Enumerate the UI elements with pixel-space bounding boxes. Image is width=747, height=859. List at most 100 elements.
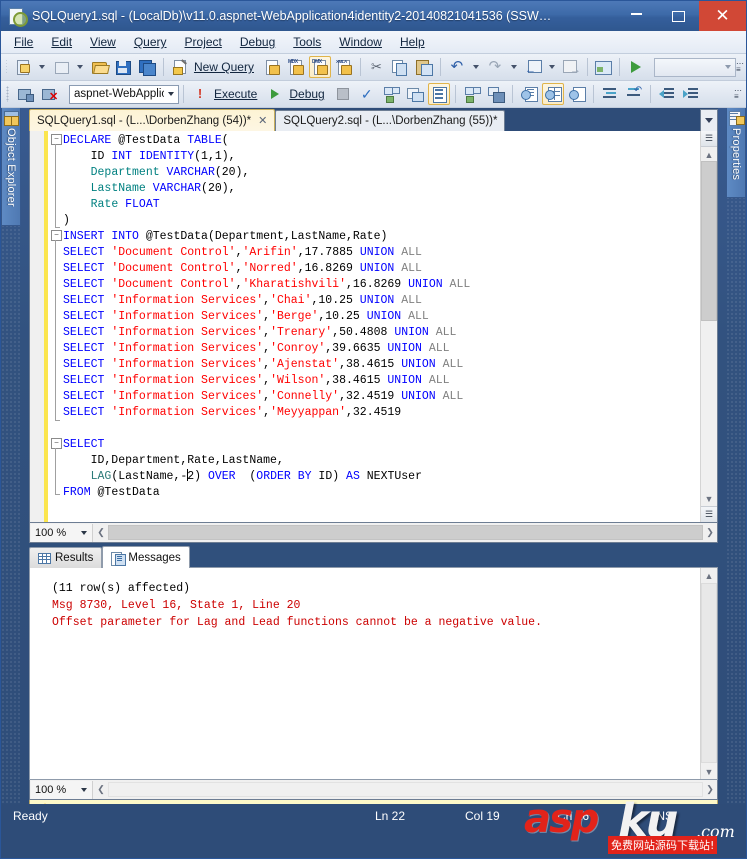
- uncomment-lines-icon[interactable]: ↶: [623, 83, 645, 105]
- decrease-indent-icon[interactable]: [656, 83, 678, 105]
- new-query-label[interactable]: New Query: [192, 60, 260, 74]
- check-mark-icon[interactable]: ✓: [356, 83, 378, 105]
- find-combo[interactable]: [653, 57, 736, 77]
- client-statistics-icon[interactable]: [461, 83, 483, 105]
- copy-icon[interactable]: [389, 56, 411, 78]
- split-view-handle[interactable]: ☰: [701, 131, 717, 147]
- fold-toggle-select[interactable]: −: [51, 438, 62, 449]
- redo-arrow-icon[interactable]: ↷: [484, 56, 506, 78]
- scissors-icon[interactable]: ✂: [365, 56, 387, 78]
- toolbar-grip[interactable]: [6, 59, 8, 75]
- menu-item-file[interactable]: File: [5, 32, 42, 52]
- disconnect-db-icon[interactable]: ✕: [38, 83, 60, 105]
- scroll-down-arrow-icon[interactable]: ▼: [701, 491, 717, 506]
- fold-toggle-insert[interactable]: −: [51, 230, 62, 241]
- save-all-icon[interactable]: [136, 56, 158, 78]
- db-query-icon[interactable]: [261, 56, 283, 78]
- menu-item-help[interactable]: Help: [391, 32, 434, 52]
- tab-list-chevron-down-icon[interactable]: [700, 109, 718, 131]
- results-to-file-icon[interactable]: [566, 83, 588, 105]
- diagram-pane-icon[interactable]: [592, 56, 614, 78]
- menu-item-view[interactable]: View: [81, 32, 125, 52]
- editor-zoom-combo[interactable]: 100 %: [31, 523, 93, 542]
- split-view-handle-bottom[interactable]: ☰: [701, 506, 717, 522]
- undo-arrow-icon[interactable]: ↶: [446, 56, 468, 78]
- menu-item-edit[interactable]: Edit: [42, 32, 81, 52]
- increase-indent-icon[interactable]: [680, 83, 702, 105]
- scroll-left-arrow-icon[interactable]: ❮: [94, 527, 108, 538]
- navigate-forward-icon[interactable]: →: [560, 56, 582, 78]
- connect-db-icon[interactable]: [14, 83, 36, 105]
- save-disk-icon[interactable]: [112, 56, 134, 78]
- database-combo-chevron-down-icon[interactable]: [164, 92, 178, 96]
- code-text[interactable]: DECLARE @TestData TABLE( ID INT IDENTITY…: [63, 131, 700, 522]
- dmx-query-icon[interactable]: DMX: [308, 56, 331, 78]
- close-button[interactable]: ✕: [699, 1, 746, 31]
- play-triangle-icon[interactable]: [625, 56, 647, 78]
- properties-tab[interactable]: Properties: [726, 108, 746, 198]
- maximize-button[interactable]: [657, 1, 699, 31]
- find-combo-chevron-down-icon[interactable]: [721, 65, 735, 69]
- fold-toggle-declare[interactable]: −: [51, 134, 62, 145]
- messages-scroll-thumb[interactable]: [701, 583, 717, 763]
- scroll-right-arrow-icon[interactable]: ❯: [703, 527, 717, 538]
- menu-item-project[interactable]: Project: [176, 32, 231, 52]
- debug-play-icon[interactable]: [264, 83, 286, 105]
- actual-plan-icon[interactable]: [427, 83, 450, 105]
- messages-scroll-down-arrow-icon[interactable]: ▼: [701, 764, 717, 779]
- red-exclamation-icon[interactable]: !: [189, 83, 211, 105]
- debug-button[interactable]: Debug: [287, 87, 330, 101]
- menu-item-window[interactable]: Window: [330, 32, 391, 52]
- xmla-query-icon[interactable]: XMLA: [333, 56, 355, 78]
- messages-scroll-up-arrow-icon[interactable]: ▲: [701, 568, 717, 583]
- execute-button[interactable]: Execute: [212, 87, 263, 101]
- menu-item-debug[interactable]: Debug: [231, 32, 284, 52]
- chevron-down-icon[interactable]: [39, 65, 46, 69]
- results-zoom-chevron-down-icon[interactable]: [81, 787, 87, 792]
- stop-square-icon[interactable]: [332, 83, 354, 105]
- messages-vertical-scrollbar[interactable]: ▲ ▼: [700, 568, 717, 779]
- results-horizontal-scroll-thumb[interactable]: [108, 782, 703, 797]
- horizontal-scroll-thumb[interactable]: [108, 525, 703, 540]
- results-scroll-left-arrow-icon[interactable]: ❮: [94, 784, 108, 795]
- open-folder-icon[interactable]: [88, 56, 111, 78]
- menu-item-query[interactable]: Query: [125, 32, 176, 52]
- results-zoom-combo[interactable]: 100 %: [31, 780, 93, 799]
- object-explorer-tab[interactable]: Object Explorer: [1, 108, 21, 226]
- redo-dropdown-icon[interactable]: [510, 65, 517, 69]
- live-stats-icon[interactable]: [485, 83, 507, 105]
- sql-code-editor[interactable]: − − − DECLARE @TestData TABLE( ID INT ID…: [29, 131, 718, 523]
- undo-dropdown-icon[interactable]: [472, 65, 479, 69]
- results-scroll-right-arrow-icon[interactable]: ❯: [703, 784, 717, 795]
- database-combo[interactable]: aspnet-WebApplication4ide: [69, 84, 179, 104]
- results-to-grid-icon[interactable]: [541, 83, 564, 105]
- close-icon[interactable]: ✕: [258, 114, 267, 127]
- query-options-icon[interactable]: [404, 83, 426, 105]
- results-horizontal-scrollbar[interactable]: ❮ ❯: [94, 781, 717, 798]
- new-query-icon[interactable]: [169, 56, 191, 78]
- toolbar-overflow-button[interactable]: ⋯ ≡: [736, 56, 744, 78]
- tab-results[interactable]: Results: [29, 547, 103, 568]
- scroll-up-arrow-icon[interactable]: ▲: [701, 147, 717, 162]
- menu-item-tools[interactable]: Tools: [284, 32, 330, 52]
- mdx-query-icon[interactable]: MDX: [285, 56, 307, 78]
- navigate-back-icon[interactable]: ←: [522, 56, 544, 78]
- comment-lines-icon[interactable]: [599, 83, 621, 105]
- editor-horizontal-scrollbar[interactable]: ❮ ❯: [94, 524, 717, 541]
- vertical-scroll-thumb[interactable]: [701, 161, 717, 321]
- editor-tab-sqlquery2[interactable]: SQLQuery2.sql - (L...\DorbenZhang (55))*: [275, 110, 506, 131]
- new-document-icon[interactable]: [12, 56, 34, 78]
- results-to-text-icon[interactable]: [518, 83, 540, 105]
- editor-zoom-chevron-down-icon[interactable]: [81, 530, 87, 535]
- estimated-plan-icon[interactable]: [380, 83, 402, 105]
- editor-vertical-scrollbar[interactable]: ☰ ▲ ▼ ☰: [700, 131, 717, 522]
- new-project-icon[interactable]: [50, 56, 72, 78]
- outlining-margin[interactable]: − − −: [48, 131, 63, 522]
- editor-toolbar-overflow-button[interactable]: ⋯ ≡: [732, 83, 744, 105]
- tab-messages[interactable]: Messages: [102, 546, 190, 568]
- navigate-back-dropdown-icon[interactable]: [548, 65, 555, 69]
- minimize-button[interactable]: [615, 1, 657, 31]
- messages-output-panel[interactable]: (11 row(s) affected) Msg 8730, Level 16, …: [29, 568, 718, 780]
- editor-tab-sqlquery1[interactable]: SQLQuery1.sql - (L...\DorbenZhang (54))*…: [29, 109, 276, 131]
- editor-toolbar-grip[interactable]: [6, 86, 9, 102]
